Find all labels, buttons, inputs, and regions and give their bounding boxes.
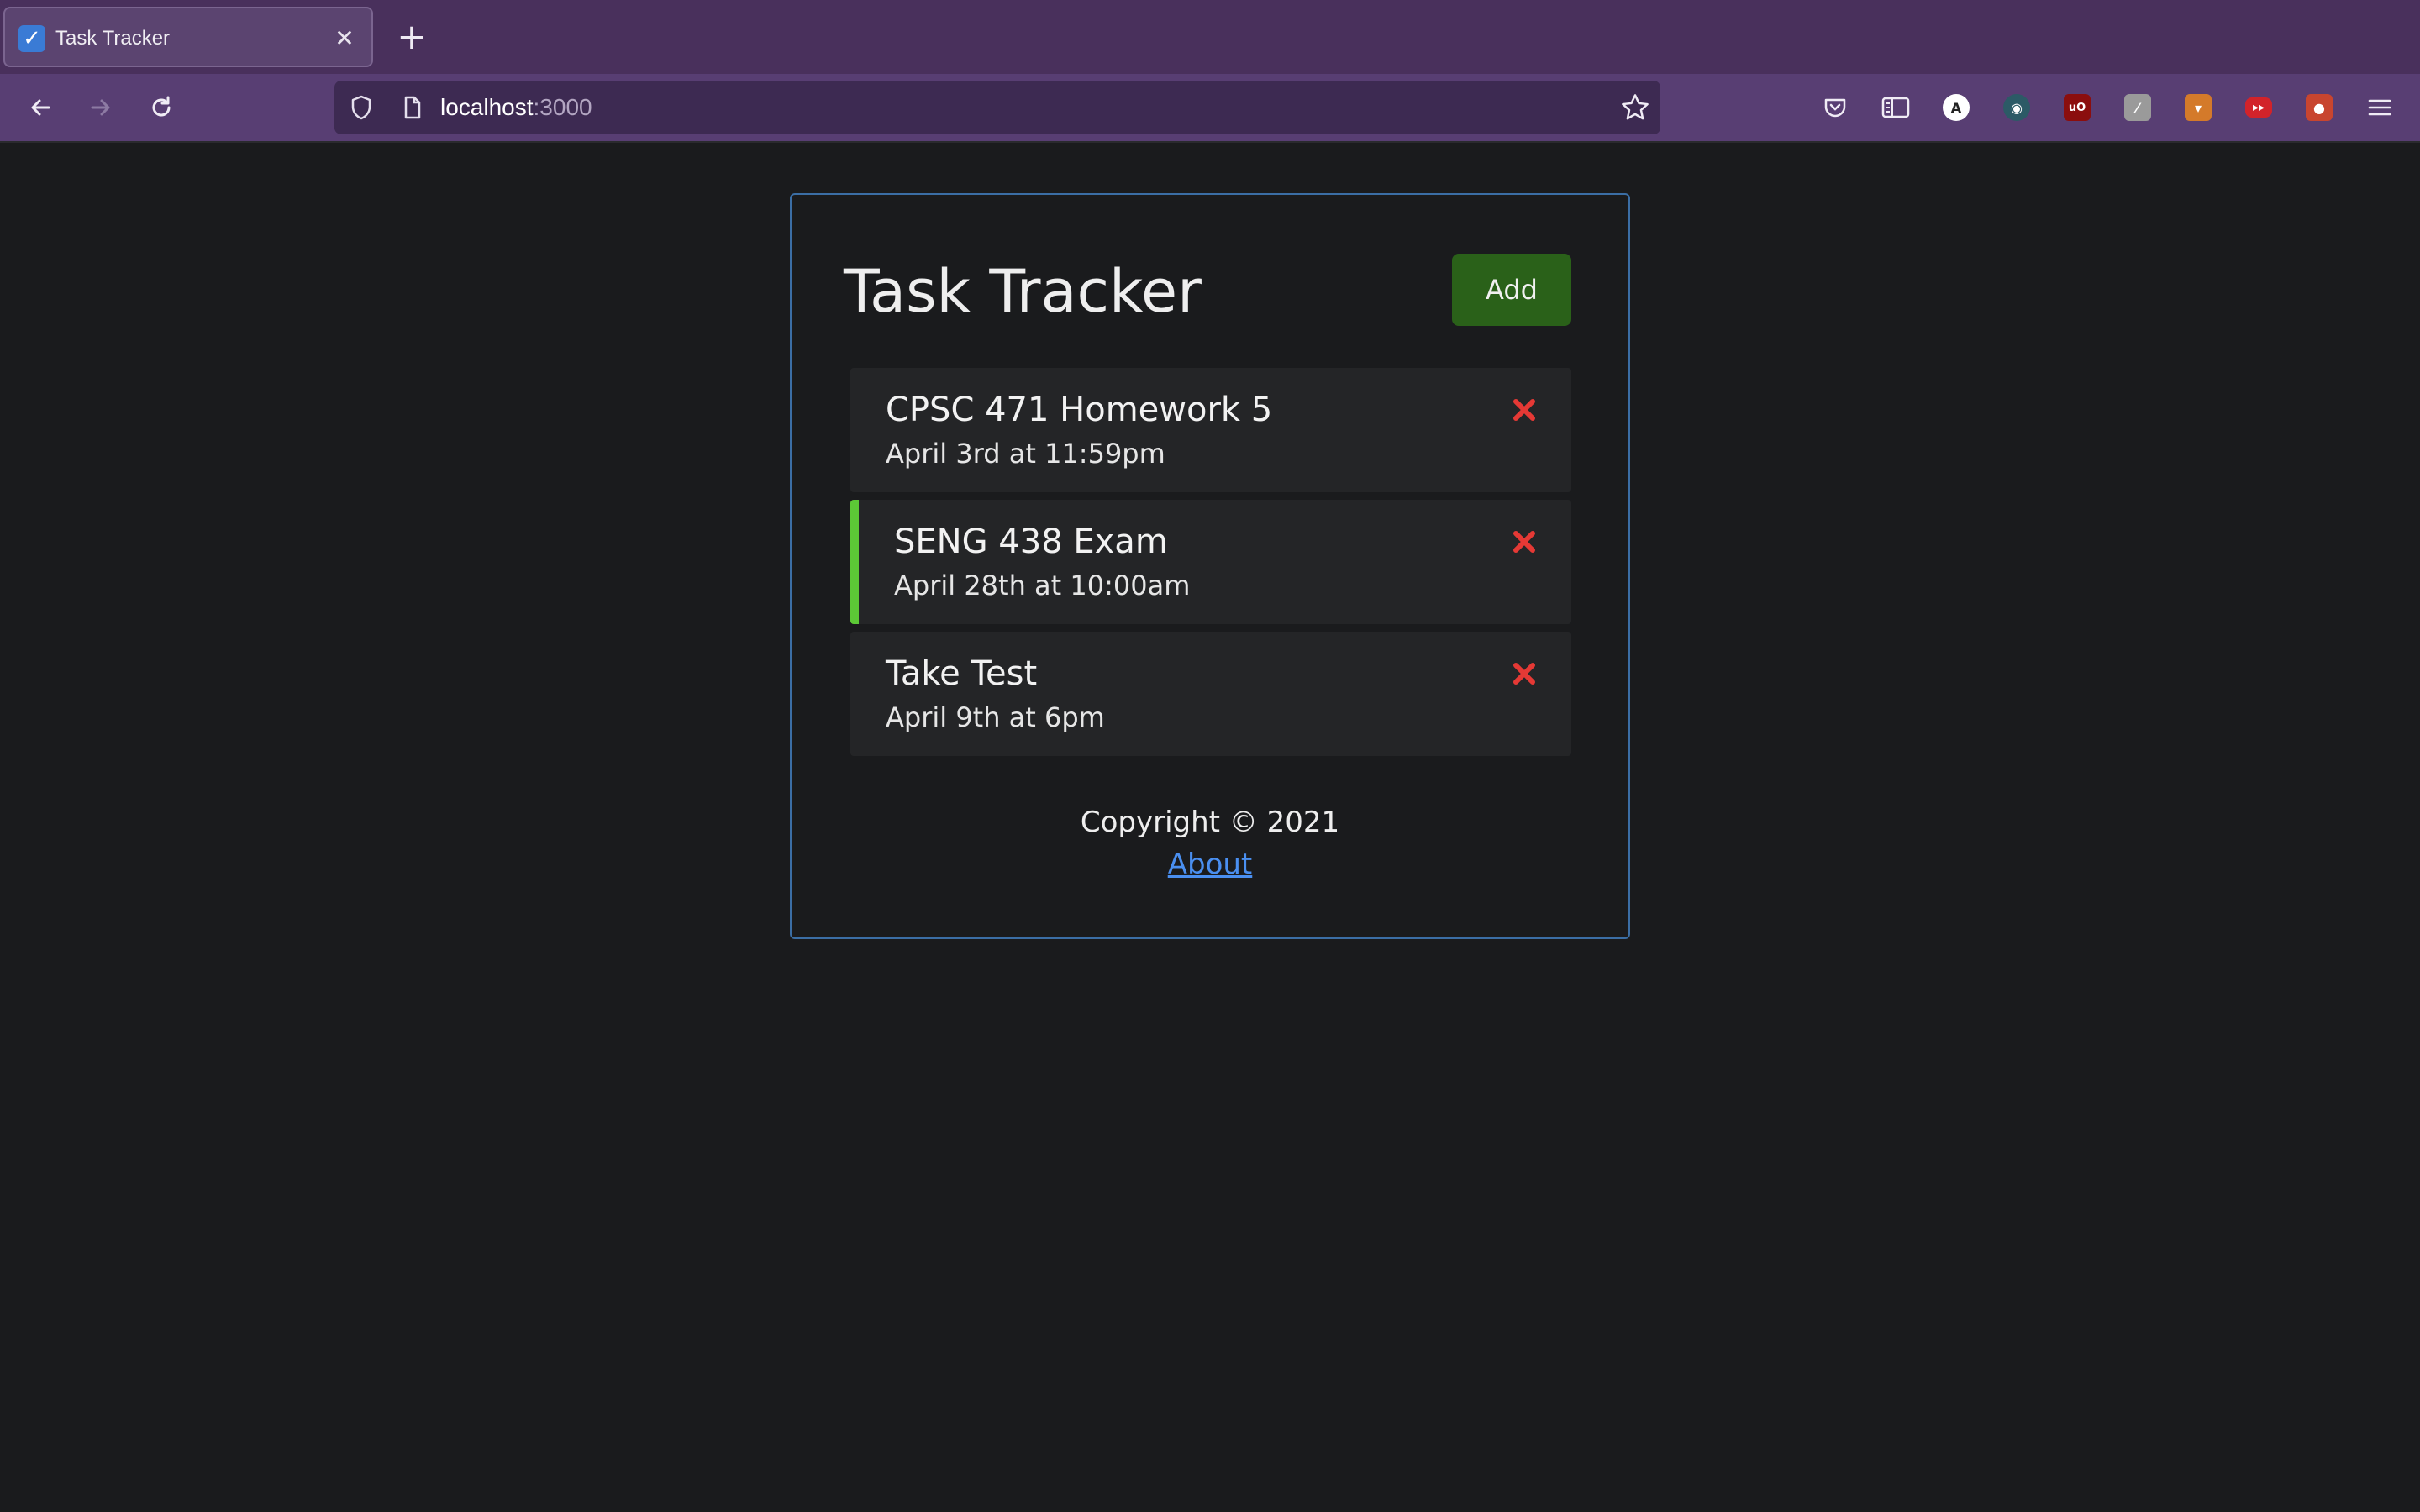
add-button[interactable]: Add bbox=[1452, 254, 1571, 326]
spy-extension-icon[interactable]: ◉ bbox=[1998, 89, 2035, 126]
video-speed-icon[interactable]: ▸▸ bbox=[2240, 89, 2277, 126]
task-item[interactable]: CPSC 471 Homework 5 April 3rd at 11:59pm bbox=[850, 368, 1571, 492]
delete-x-icon[interactable] bbox=[1507, 657, 1541, 690]
ublock-origin-icon[interactable]: uO bbox=[2059, 89, 2096, 126]
red-panda-extension-icon[interactable]: ● bbox=[2301, 89, 2338, 126]
task-name: CPSC 471 Homework 5 bbox=[886, 391, 1273, 429]
task-name: SENG 438 Exam bbox=[894, 522, 1168, 561]
page-title: Task Tracker bbox=[844, 257, 1202, 326]
close-tab-icon[interactable]: ✕ bbox=[329, 24, 360, 54]
url-port: :3000 bbox=[533, 94, 592, 120]
copyright-text: Copyright © 2021 bbox=[1080, 806, 1340, 839]
bookmark-star-icon[interactable] bbox=[1620, 92, 1650, 126]
url-host: localhost bbox=[440, 94, 534, 120]
menu-hamburger-icon[interactable] bbox=[2361, 89, 2398, 126]
delete-x-icon[interactable] bbox=[1507, 393, 1541, 427]
task-item[interactable]: Take Test April 9th at 6pm bbox=[850, 632, 1571, 756]
delete-x-icon[interactable] bbox=[1507, 525, 1541, 559]
task-day: April 28th at 10:00am bbox=[894, 570, 1191, 601]
checkmark-icon: ✓ bbox=[18, 25, 45, 52]
pocket-icon[interactable] bbox=[1817, 89, 1854, 126]
reload-icon[interactable] bbox=[141, 87, 182, 128]
reader-view-icon[interactable] bbox=[1877, 89, 1914, 126]
browser-nav-bar: localhost:3000 A ◉ uO ⁄ ▾ ▸▸ ● bbox=[0, 74, 2420, 143]
back-arrow-icon[interactable] bbox=[20, 87, 60, 128]
task-day: April 9th at 6pm bbox=[886, 701, 1105, 733]
url-text[interactable]: localhost:3000 bbox=[440, 81, 592, 134]
page-icon[interactable] bbox=[398, 94, 425, 124]
account-a-icon[interactable]: A bbox=[1938, 89, 1975, 126]
task-name: Take Test bbox=[886, 654, 1038, 693]
forward-arrow-icon[interactable] bbox=[81, 87, 121, 128]
address-bar[interactable]: localhost:3000 bbox=[334, 81, 1660, 134]
shield-icon[interactable] bbox=[348, 94, 375, 124]
browser-tab-bar: ✓ Task Tracker ✕ + bbox=[0, 0, 2420, 74]
about-link[interactable]: About bbox=[1168, 848, 1253, 881]
metamask-fox-icon[interactable]: ▾ bbox=[2180, 89, 2217, 126]
task-tracker-container: Task Tracker Add CPSC 471 Homework 5 Apr… bbox=[790, 193, 1630, 939]
tab-title: Task Tracker bbox=[55, 27, 171, 50]
browser-tab[interactable]: ✓ Task Tracker ✕ bbox=[3, 7, 373, 67]
notes-extension-icon[interactable]: ⁄ bbox=[2119, 89, 2156, 126]
footer: Copyright © 2021 About bbox=[792, 801, 1628, 885]
task-day: April 3rd at 11:59pm bbox=[886, 438, 1165, 470]
task-item-reminder[interactable]: SENG 438 Exam April 28th at 10:00am bbox=[850, 500, 1571, 624]
new-tab-icon[interactable]: + bbox=[393, 18, 430, 55]
